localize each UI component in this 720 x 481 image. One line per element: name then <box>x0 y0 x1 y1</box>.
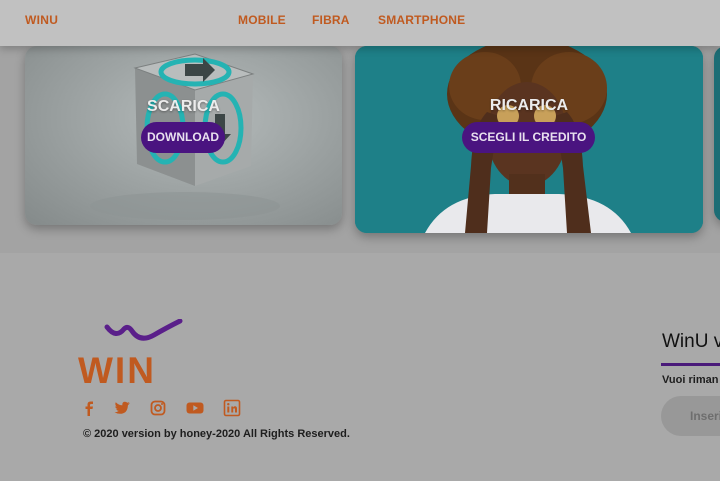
newsletter-divider <box>661 363 720 366</box>
nav-item-smartphone[interactable]: SMARTPHONE <box>378 13 465 27</box>
instagram-icon[interactable] <box>149 399 167 417</box>
copyright-text: © 2020 version by honey-2020 All Rights … <box>83 428 350 440</box>
nav-item-fibra[interactable]: FIBRA <box>312 13 350 27</box>
linkedin-icon[interactable] <box>223 399 241 417</box>
download-card-title: SCARICA <box>147 98 220 115</box>
choose-credit-button[interactable]: SCEGLI IL CREDITO <box>462 122 595 153</box>
download-card: SCARICA DOWNLOAD <box>25 46 342 225</box>
cards-section: SCARICA DOWNLOAD RICARICA SCEGLI IL CRED… <box>0 46 720 253</box>
newsletter-title: WinU v <box>662 331 720 352</box>
youtube-icon[interactable] <box>186 399 204 417</box>
brand-link[interactable]: WINU <box>25 13 58 27</box>
download-button[interactable]: DOWNLOAD <box>141 122 225 153</box>
newsletter-email-input[interactable] <box>661 396 720 436</box>
top-navbar: WINU MOBILE FIBRA SMARTPHONE <box>0 0 720 46</box>
footer: WIN © 2020 version by honey-2020 All Rig… <box>0 253 720 481</box>
win-logo[interactable]: WIN <box>76 318 188 391</box>
logo-wordmark: WIN <box>78 350 156 389</box>
next-card-peek[interactable] <box>714 46 720 222</box>
win-logo-graphic: WIN <box>78 318 183 391</box>
newsletter-description: Vuoi riman <box>662 374 719 386</box>
nav-item-mobile[interactable]: MOBILE <box>238 13 286 27</box>
recharge-card: RICARICA SCEGLI IL CREDITO <box>355 46 703 233</box>
facebook-icon[interactable] <box>80 399 98 417</box>
recharge-card-title: RICARICA <box>489 97 569 114</box>
twitter-icon[interactable] <box>113 399 131 417</box>
